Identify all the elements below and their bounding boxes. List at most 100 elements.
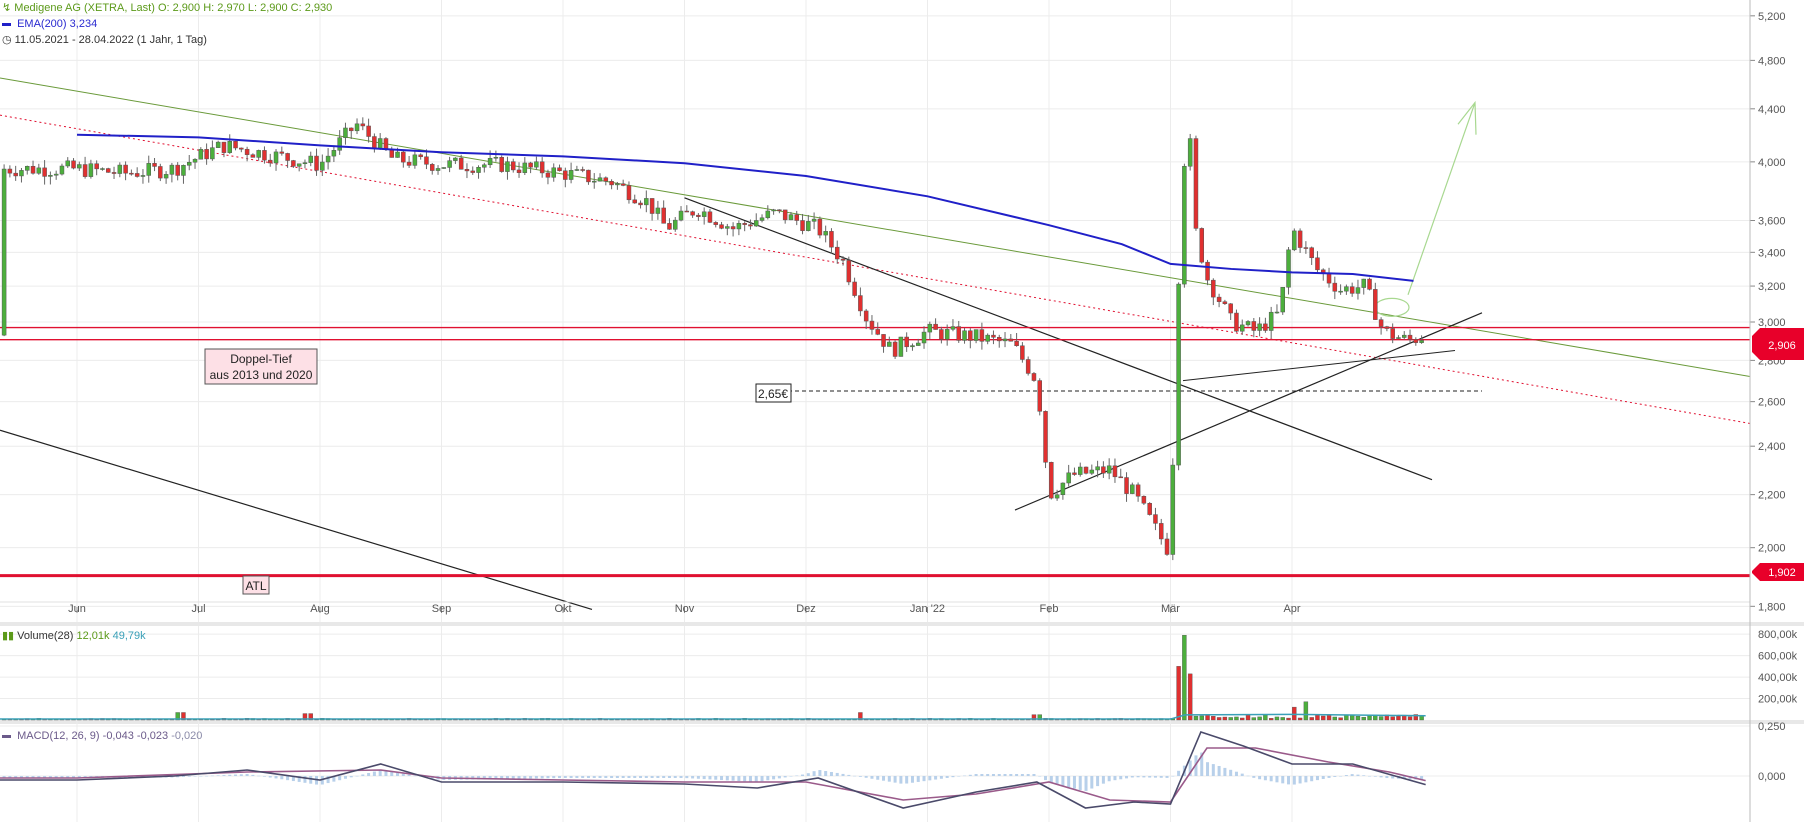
macd-histogram-bar — [1061, 776, 1065, 786]
macd-histogram-bar — [858, 776, 862, 777]
macd-histogram-bar — [245, 774, 249, 776]
macd-histogram-bar — [662, 776, 666, 778]
volume-bar — [1338, 717, 1343, 721]
candle-body — [1153, 514, 1158, 524]
macd-histogram-bar — [268, 776, 272, 778]
macd-histogram-bar — [1055, 776, 1059, 785]
candle-body — [458, 157, 464, 170]
macd-histogram-bar — [1385, 776, 1389, 779]
candle-body — [377, 138, 383, 149]
candle-body — [30, 165, 36, 174]
candle-body — [771, 209, 776, 212]
volume-label: Volume(28) — [17, 630, 74, 642]
volume-tick-label: 600,00k — [1758, 651, 1798, 663]
candle-body — [748, 224, 753, 227]
macd-histogram-bar — [1356, 774, 1360, 776]
macd-histogram-bar — [390, 771, 394, 776]
macd-histogram-bar — [702, 776, 706, 780]
macd-histogram-bar — [621, 776, 625, 778]
candle-body — [568, 170, 574, 180]
candle-body — [163, 174, 169, 179]
candle-body — [979, 329, 985, 342]
doppel-tief-box[interactable]: Doppel-Tief aus 2013 und 2020 — [204, 348, 318, 385]
candle-body — [823, 231, 828, 236]
macd-histogram-bar — [1281, 776, 1285, 784]
macd-histogram-bar — [991, 774, 995, 776]
candle-body — [215, 141, 221, 148]
macd-histogram-bar — [309, 776, 313, 784]
candle-body — [314, 155, 319, 171]
candle-body — [1211, 279, 1216, 298]
macd-histogram-bar — [893, 776, 897, 783]
volume-bar — [1251, 717, 1257, 721]
macd-histogram-bar — [731, 776, 735, 781]
candle-body — [534, 161, 539, 168]
macd-histogram-bar — [1246, 775, 1250, 777]
candle-body — [1141, 495, 1147, 504]
candle-body — [586, 169, 591, 183]
candle-body — [1361, 278, 1366, 288]
macd-histogram-bar — [1321, 776, 1325, 779]
x-tick-label: Dez — [796, 603, 816, 615]
candle-body — [950, 326, 956, 330]
macd-histogram-bar — [1067, 776, 1071, 788]
candle-body — [320, 161, 325, 171]
macd-histogram-bar — [939, 776, 943, 779]
candle-body — [1124, 477, 1129, 494]
volume-bar — [1211, 716, 1216, 721]
candle-body — [869, 320, 875, 330]
candle-body — [1054, 494, 1060, 499]
candle-body — [678, 210, 684, 221]
candle-body — [881, 334, 886, 347]
macd-histogram-bar — [974, 774, 978, 776]
macd-histogram-bar — [1327, 776, 1331, 778]
candle-body — [1176, 283, 1181, 466]
candle-body — [1234, 312, 1239, 332]
candle-body — [429, 164, 435, 171]
macd-histogram-bar — [986, 774, 990, 776]
candle-body — [1280, 286, 1285, 313]
candle-body — [730, 226, 736, 230]
candle-body — [1355, 287, 1361, 294]
candle-body — [1164, 538, 1170, 555]
macd-histogram-bar — [529, 776, 533, 779]
macd-histogram-bar — [1379, 776, 1383, 778]
candle-body — [181, 165, 186, 176]
candle-body — [609, 181, 614, 186]
candle-body — [325, 155, 331, 163]
macd-histogram-bar — [1125, 776, 1129, 779]
candle-body — [1187, 138, 1193, 167]
candle-body — [858, 295, 863, 312]
macd-histogram-bar — [748, 776, 752, 782]
candle-body — [383, 138, 389, 150]
candle-body — [840, 258, 846, 261]
macd-value-1: -0,043 — [102, 730, 134, 742]
candle-body — [1373, 289, 1378, 320]
candle-body — [684, 210, 690, 213]
candle-body — [777, 209, 782, 212]
volume-bar — [1222, 716, 1228, 721]
atl-box[interactable]: ATL — [242, 575, 270, 595]
volume-bar — [1257, 716, 1262, 721]
level-265-box[interactable]: 2,65€ — [755, 383, 792, 403]
candle-body — [904, 336, 909, 348]
macd-histogram-bar — [644, 776, 648, 778]
candle-body — [1066, 472, 1071, 484]
volume-tick-label: 400,00k — [1758, 672, 1798, 684]
candle-body — [1268, 311, 1274, 331]
macd-histogram-bar — [396, 772, 400, 776]
macd-histogram-bar — [1339, 776, 1343, 777]
macd-histogram-bar — [870, 776, 874, 779]
macd-histogram-bar — [708, 776, 712, 780]
macd-histogram-bar — [234, 774, 238, 776]
candle-body — [620, 183, 626, 186]
candle-body — [661, 207, 666, 224]
candle-body — [279, 151, 285, 154]
macd-histogram-bar — [257, 775, 261, 777]
candle-body — [1182, 166, 1187, 285]
macd-histogram-bar — [205, 775, 209, 777]
macd-histogram-bar — [714, 776, 718, 780]
volume-bar — [1361, 716, 1366, 721]
macd-histogram-bar — [1020, 774, 1024, 776]
chart-canvas[interactable]: Jun Jul Aug Sep Okt Nov Dez Jan '22 Feb Mär Apr 1,… — [0, 0, 1804, 822]
